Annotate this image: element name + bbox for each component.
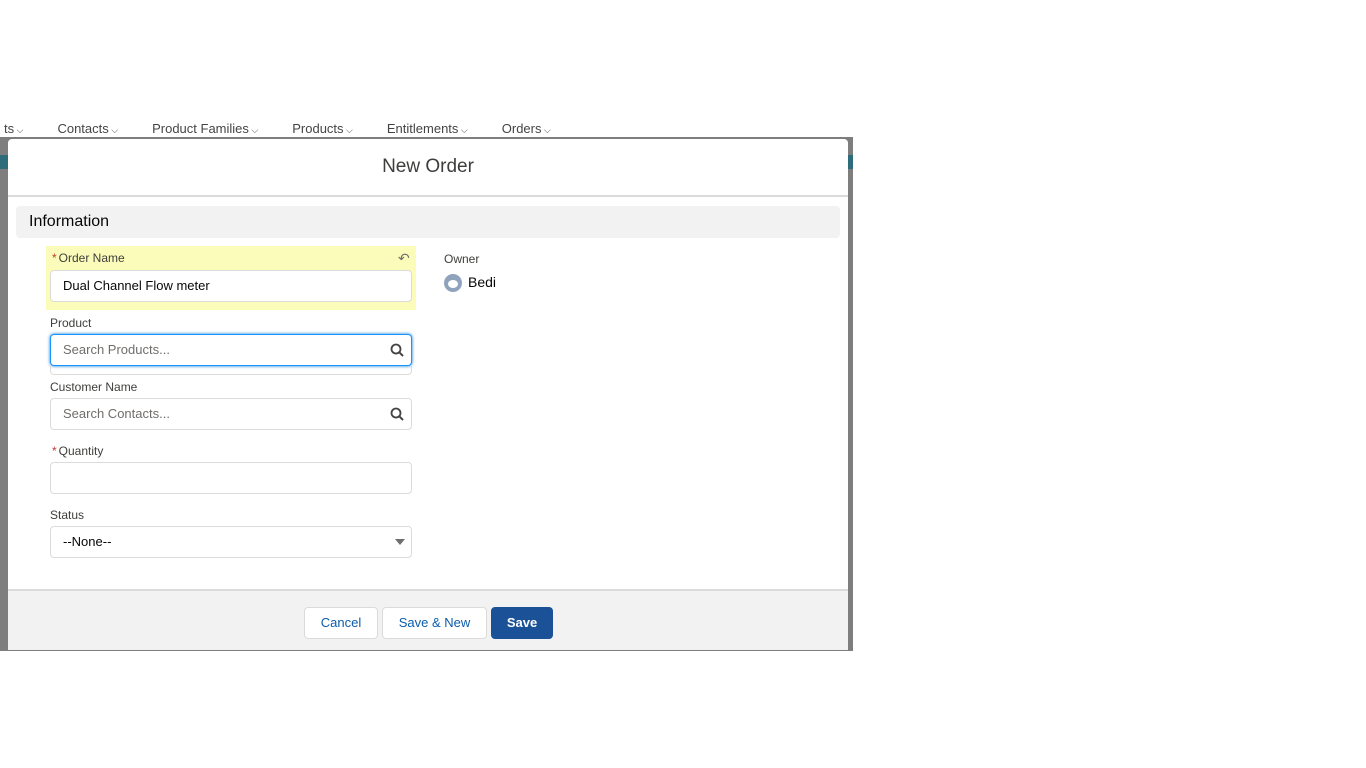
order-name-input[interactable]: Dual Channel Flow meter [50,270,412,302]
chevron-down-icon [395,539,405,545]
product-label: Product [50,316,92,330]
cancel-button[interactable]: Cancel [304,607,378,639]
order-name-label-text: Order Name [58,251,125,265]
owner-label: Owner [444,252,480,266]
product-placeholder: Search Products... [63,342,170,357]
quantity-label: * Quantity [52,444,103,458]
search-icon [390,407,404,421]
new-order-modal: New Order Information * Order Name ↶ Dual… [8,139,848,650]
status-value: --None-- [63,534,112,549]
bg-nav-item[interactable]: Contacts [57,121,118,137]
customer-search-input[interactable]: Search Contacts... [50,398,412,430]
order-name-label: * Order Name [52,251,125,265]
background-nav: ts Contacts Product Families Products En… [0,121,551,137]
quantity-label-text: Quantity [58,444,104,458]
product-dropdown [50,366,412,375]
owner-name[interactable]: Bedi [468,274,496,290]
undo-icon[interactable]: ↶ [398,250,410,267]
search-icon [390,343,404,357]
bg-nav-item[interactable]: Products [292,121,353,137]
product-search-input[interactable]: Search Products... [50,334,412,366]
bg-nav-item[interactable]: Orders [502,121,551,137]
save-and-new-button[interactable]: Save & New [382,607,487,639]
bg-nav-item[interactable]: Entitlements [387,121,468,137]
status-select[interactable]: --None-- [50,526,412,558]
customer-name-label: Customer Name [50,380,138,394]
modal-title: New Order [8,139,848,197]
bg-nav-item[interactable]: Product Families [152,121,258,137]
save-button[interactable]: Save [491,607,553,639]
bg-nav-item[interactable]: ts [4,121,23,137]
modal-footer: Cancel Save & New Save [8,589,848,650]
owner-avatar-icon [444,274,462,292]
status-label: Status [50,508,85,522]
required-marker: * [52,444,57,458]
required-marker: * [52,251,57,265]
customer-placeholder: Search Contacts... [63,406,170,421]
section-information[interactable]: Information [16,206,840,238]
quantity-input[interactable] [50,462,412,494]
